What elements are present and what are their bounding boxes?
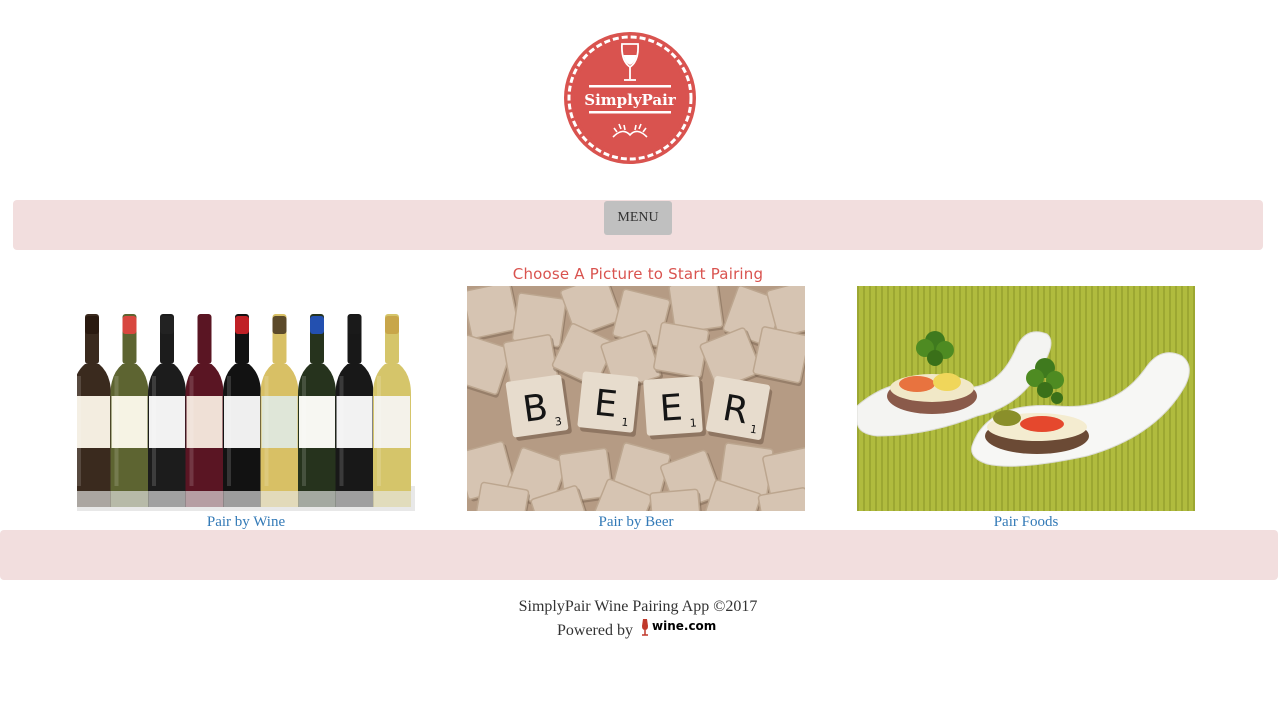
pair-foods-card[interactable]: Pair Foods: [857, 286, 1195, 532]
pair-foods-link[interactable]: Pair Foods: [857, 512, 1195, 532]
simplypair-logo-icon: SimplyPair: [564, 32, 696, 164]
scrabble-tile: E1: [577, 371, 642, 437]
powered-by: Powered by wine.com: [0, 617, 1276, 642]
beer-tiles-image[interactable]: B3E1E1R1: [467, 286, 805, 511]
pair-by-beer-link[interactable]: Pair by Beer: [467, 512, 805, 532]
menu-button[interactable]: MENU: [604, 201, 672, 235]
pair-by-beer-card[interactable]: B3E1E1R1 Pair by Beer: [467, 286, 805, 532]
scrabble-score: 1: [621, 416, 629, 430]
pair-by-wine-link[interactable]: Pair by Wine: [77, 512, 415, 532]
page-heading: Choose A Picture to Start Pairing: [512, 265, 764, 283]
logo-text: SimplyPair: [584, 91, 677, 109]
wine-com-text: wine.com: [652, 619, 716, 633]
logo[interactable]: SimplyPair: [563, 31, 697, 165]
scrabble-letter: E: [658, 387, 684, 429]
scrabble-tile: R1: [706, 376, 773, 445]
pair-by-wine-card[interactable]: Pair by Wine: [77, 286, 415, 532]
copyright-text: SimplyPair Wine Pairing App ©2017: [518, 598, 758, 615]
scrabble-letter: E: [592, 383, 619, 426]
scrabble-tile: E1: [643, 376, 706, 440]
wine-bottles-image[interactable]: [77, 286, 415, 511]
wine-com-icon: wine.com: [641, 619, 716, 636]
nav-bar: MENU: [13, 200, 1263, 250]
wine-com-logo[interactable]: wine.com: [639, 617, 719, 642]
scrabble-tile: B3: [505, 374, 572, 441]
scrabble-score: 1: [689, 416, 697, 429]
powered-by-label: Powered by: [557, 622, 633, 639]
footer-bar: [0, 530, 1278, 580]
food-spoons-image[interactable]: [857, 286, 1195, 511]
